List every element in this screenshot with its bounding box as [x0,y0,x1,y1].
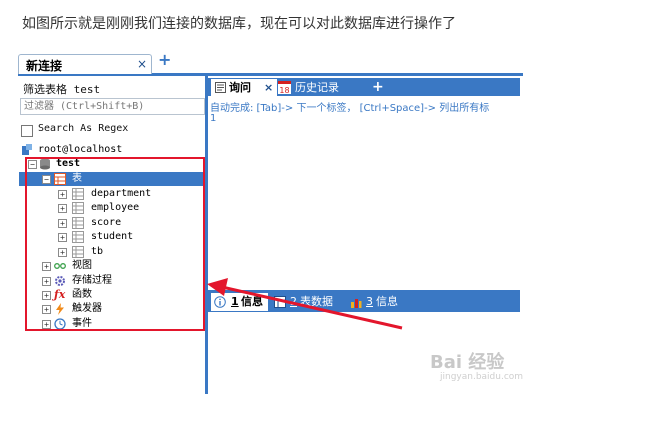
filter-label: 筛选表格 test [23,83,101,96]
query-tab-bar: 询问 × 18 历史记录 + [208,78,520,96]
server-label: root@localhost [38,144,123,155]
filter-input[interactable]: 过滤器 (Ctrl+Shift+B) [20,98,205,115]
tab-query-label: 询问 [229,81,251,94]
line-number: 1 [210,113,217,124]
highlight-box [25,157,205,331]
tab-query[interactable]: 询问 × [211,79,277,96]
tab-info[interactable]: 1 信息 [211,293,268,311]
tab-info-3-label: 信息 [376,295,398,308]
connection-tab-label: 新连接 [26,59,63,73]
query-editor[interactable]: 自动完成: [Tab]-> 下一个标签， [Ctrl+Space]-> 列出所有… [208,96,520,290]
tab-info-3-number: 3 [366,295,373,308]
tab-info-number: 1 [231,295,239,308]
tab-table-number: 2 [290,295,297,308]
tab-history-label: 历史记录 [295,81,339,94]
chart-icon [351,299,362,308]
connection-tab-bar: 新连接 × + [18,50,523,76]
close-icon[interactable]: × [137,57,147,71]
info-icon [214,296,226,308]
tab-info-label: 信息 [241,295,263,308]
result-tab-bar: 1 信息 2 表数据 3 信息 [208,290,520,312]
watermark-url: jingyan.baidu.com [440,372,524,382]
article-caption: 如图所示就是刚刚我们连接的数据库，现在可以对此数据库进行操作了 [22,16,456,32]
server-icon [22,144,32,155]
watermark: Bai 经验 [430,352,505,373]
close-icon[interactable]: × [264,79,273,96]
calendar-icon: 18 [278,81,291,95]
regex-checkbox[interactable] [21,125,33,137]
connection-tab[interactable]: 新连接 × [18,54,152,74]
table-icon [274,296,286,308]
query-icon [215,82,226,93]
add-connection-tab-button[interactable]: + [158,52,171,68]
regex-checkbox-label: Search As Regex [38,123,129,134]
tab-table-label: 表数据 [300,295,333,308]
add-query-tab-button[interactable]: + [372,79,384,96]
autocomplete-hint: 自动完成: [Tab]-> 下一个标签， [Ctrl+Space]-> 列出所有… [210,103,490,114]
